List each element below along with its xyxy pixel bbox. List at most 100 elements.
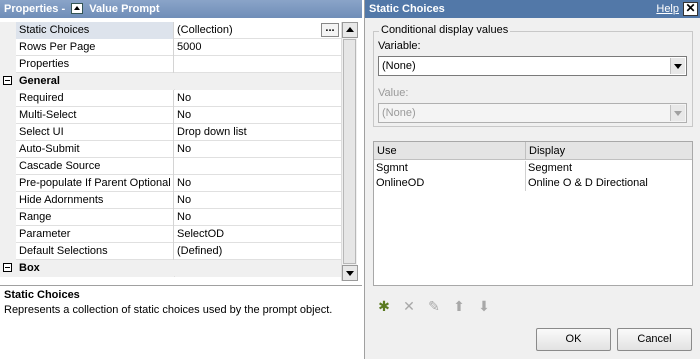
variable-select-value: (None) [382,60,416,72]
row-gutter [0,226,16,243]
property-name: Hide Adornments [16,192,174,209]
property-name: Cascade Source [16,158,174,175]
description-text: Represents a collection of static choice… [4,304,333,316]
table-row[interactable]: Sgmnt Segment [374,161,692,176]
property-row[interactable]: Static Choices (Collection)... [0,22,341,39]
chevron-down-icon[interactable] [670,58,685,74]
new-item-icon[interactable]: ✱ [375,297,393,315]
cancel-button[interactable]: Cancel [617,328,692,351]
property-value[interactable]: 5000 [175,39,341,56]
row-gutter [0,243,16,260]
property-row[interactable]: Pre-populate If Parent Optional No [0,175,341,192]
properties-grid: Static Choices (Collection)... Rows Per Pa… [0,22,341,281]
value-select-value: (None) [382,107,416,119]
properties-title-prefix: Properties - [4,3,66,15]
row-gutter [0,158,16,175]
property-group-row[interactable]: General [0,73,341,90]
property-row[interactable]: Auto-Submit No [0,141,341,158]
row-gutter [0,175,16,192]
property-group-label: General [16,73,174,90]
property-value[interactable]: SelectOD [175,226,341,243]
property-value[interactable]: (Defined) [175,243,341,260]
property-value[interactable]: No [175,192,341,209]
property-row[interactable]: Parameter SelectOD [0,226,341,243]
cell-use: Sgmnt [374,161,526,176]
chevron-down-icon [670,105,685,121]
ellipsis-button[interactable]: ... [321,23,339,37]
property-value[interactable]: Drop down list [175,124,341,141]
property-row[interactable]: Hide Adornments No [0,192,341,209]
delete-icon[interactable]: ✕ [400,297,418,315]
property-row[interactable]: Select UI Drop down list [0,124,341,141]
column-header-use[interactable]: Use [374,142,526,160]
collapse-icon[interactable] [3,263,12,272]
value-select[interactable]: (None) [378,103,687,123]
property-value[interactable] [175,56,341,73]
conditional-display-group: Conditional display values Variable: (No… [373,24,693,127]
property-name: Rows Per Page [16,39,174,56]
property-group-row[interactable]: Box [0,260,341,277]
property-name: Range [16,209,174,226]
property-value[interactable]: (Collection) [175,22,341,39]
edit-icon[interactable]: ✎ [425,297,443,315]
property-name: Required [16,90,174,107]
property-row[interactable]: Required No [0,90,341,107]
row-gutter [0,22,16,39]
property-row[interactable]: Cascade Source [0,158,341,175]
property-value[interactable]: No [175,90,341,107]
property-value[interactable] [175,158,341,175]
row-gutter [0,107,16,124]
help-link[interactable]: Help [656,0,679,18]
table-row[interactable]: OnlineOD Online O & D Directional [374,176,692,191]
property-value[interactable]: No [175,141,341,158]
move-up-icon[interactable]: ⬆ [450,297,468,315]
row-gutter [0,209,16,226]
property-name: Pre-populate If Parent Optional [16,175,174,192]
properties-panel: Properties - Value Prompt Static Choices… [0,0,362,359]
properties-scrollbar[interactable] [341,22,358,281]
row-gutter [0,192,16,209]
property-name: Default Selections [16,243,174,260]
property-description: Static Choices Represents a collection o… [0,285,362,359]
property-name: Properties [16,56,174,73]
collapse-icon[interactable] [3,76,12,85]
scrollbar-thumb[interactable] [343,39,356,264]
property-value[interactable]: No [175,209,341,226]
row-gutter [0,73,16,90]
property-name: Multi-Select [16,107,174,124]
property-row[interactable]: Rows Per Page 5000 [0,39,341,56]
property-value [175,73,341,90]
variable-select[interactable]: (None) [378,56,687,76]
property-row[interactable]: Properties [0,56,341,73]
row-gutter [0,90,16,107]
dialog-title-bar: Static Choices Help ✕ [365,0,700,18]
conditional-group-label: Conditional display values [379,24,511,36]
property-value[interactable]: No [175,175,341,192]
move-down-icon[interactable]: ⬇ [475,297,493,315]
cell-display: Segment [528,162,573,174]
dialog-title: Static Choices [369,3,445,15]
row-gutter [0,260,16,277]
property-name: Parameter [16,226,174,243]
value-label: Value: [378,87,409,99]
cell-use: OnlineOD [374,176,526,191]
table-header: Use Display [374,142,692,160]
row-gutter [0,141,16,158]
property-row[interactable]: Default Selections (Defined) [0,243,341,260]
property-row[interactable]: Range No [0,209,341,226]
column-header-display[interactable]: Display [526,142,692,160]
variable-label: Variable: [378,40,421,52]
property-row[interactable]: Multi-Select No [0,107,341,124]
property-name: Static Choices [16,22,174,39]
property-value [175,260,341,277]
property-name: Auto-Submit [16,141,174,158]
ok-button[interactable]: OK [536,328,611,351]
cell-display: Online O & D Directional [528,177,648,189]
property-value[interactable]: No [175,107,341,124]
scroll-up-icon[interactable] [342,22,358,38]
scroll-down-icon[interactable] [342,265,358,281]
select-ancestor-icon[interactable] [71,3,84,14]
property-group-label: Box [16,260,174,277]
close-icon[interactable]: ✕ [683,2,698,16]
static-choices-dialog: Static Choices Help ✕ Conditional displa… [364,0,700,359]
